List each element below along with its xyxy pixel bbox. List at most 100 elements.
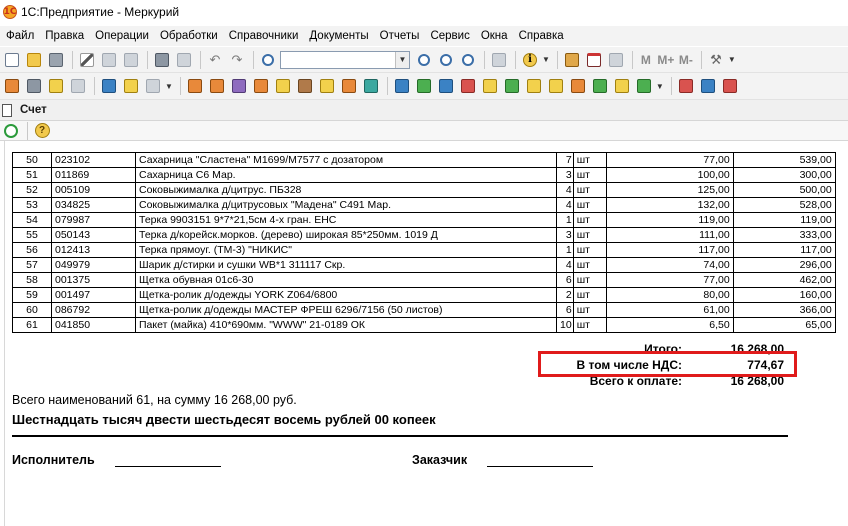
row-quantity: 1 (556, 242, 574, 258)
menu-edit[interactable]: Правка (39, 30, 89, 42)
return-icon (482, 79, 497, 93)
tb2-button-8[interactable] (185, 76, 205, 96)
menu-help[interactable]: Справка (513, 30, 569, 42)
archive-icon (71, 79, 85, 93)
chevron-down-icon[interactable]: ▼ (656, 82, 664, 91)
toolbar-separator (94, 77, 95, 95)
tb2-button-6[interactable] (121, 76, 141, 96)
tb2-button-14[interactable] (317, 76, 337, 96)
tb2-button-12[interactable] (273, 76, 293, 96)
tb2-button-11[interactable] (251, 76, 271, 96)
row-number: 50 (12, 152, 52, 168)
tb2-button-9[interactable] (207, 76, 227, 96)
tb2-button-25[interactable] (568, 76, 588, 96)
menu-processing[interactable]: Обработки (154, 30, 223, 42)
menu-references[interactable]: Справочники (223, 30, 304, 42)
tb2-button-28[interactable] (634, 76, 654, 96)
row-sum: 462,00 (732, 272, 836, 288)
tb2-button-3[interactable] (46, 76, 66, 96)
tb2-button-15[interactable] (339, 76, 359, 96)
tb2-button-19[interactable] (436, 76, 456, 96)
row-unit: шт (572, 272, 607, 288)
settings-button[interactable]: ⚒ (706, 50, 726, 70)
tb2-button-4[interactable] (68, 76, 88, 96)
chevron-down-icon[interactable]: ▼ (165, 82, 173, 91)
find-all-button[interactable] (458, 50, 478, 70)
report-icon (678, 79, 693, 93)
tb2-button-10[interactable] (229, 76, 249, 96)
tb2-button-13[interactable] (295, 76, 315, 96)
row-name: Терка прямоуг. (ТМ-3) "НИКИС" (135, 242, 557, 258)
new-document-button[interactable] (2, 50, 22, 70)
tb2-button-23[interactable] (524, 76, 544, 96)
tb2-button-7[interactable] (143, 76, 163, 96)
users-icon (102, 79, 116, 93)
menu-operations[interactable]: Операции (89, 30, 154, 42)
row-sum: 500,00 (732, 182, 836, 198)
row-code: 034825 (51, 197, 136, 213)
tb2-button-31[interactable] (720, 76, 740, 96)
tb2-button-21[interactable] (480, 76, 500, 96)
menu-service[interactable]: Сервис (424, 30, 474, 42)
preview-button[interactable] (174, 50, 194, 70)
calendar-button[interactable] (584, 50, 604, 70)
chevron-down-icon[interactable]: ▼ (395, 51, 409, 68)
help-button[interactable]: ? (32, 121, 52, 141)
grid-button[interactable] (606, 50, 626, 70)
row-price: 132,00 (605, 197, 734, 213)
tb2-button-20[interactable] (458, 76, 478, 96)
row-price: 111,00 (605, 227, 734, 243)
memory-button[interactable]: M (637, 53, 655, 67)
tb2-button-24[interactable] (546, 76, 566, 96)
tb2-button-18[interactable] (414, 76, 434, 96)
info-button[interactable]: i (520, 50, 540, 70)
tb2-button-22[interactable] (502, 76, 522, 96)
table-icon (608, 52, 623, 67)
table-row: 60 086792 Щетка-ролик д/одежды МАСТЕР ФРЕШ… (12, 302, 836, 318)
menu-documents[interactable]: Документы (303, 30, 373, 42)
open-button[interactable] (24, 50, 44, 70)
menu-reports[interactable]: Отчеты (374, 30, 425, 42)
row-price: 125,00 (605, 182, 734, 198)
row-quantity: 3 (556, 167, 574, 183)
clients-icon (187, 79, 202, 93)
menu-file[interactable]: Файл (0, 30, 39, 42)
memory-plus-button[interactable]: M+ (657, 53, 675, 67)
search-combo[interactable]: ▼ (280, 50, 410, 69)
document-header: Счет (0, 100, 848, 121)
tb2-button-26[interactable] (590, 76, 610, 96)
windows-button[interactable] (489, 50, 509, 70)
executor-label: Исполнитель (12, 453, 95, 467)
refresh-button[interactable] (1, 121, 21, 141)
redo-button[interactable]: ↷ (227, 50, 247, 70)
memory-minus-button[interactable]: M- (677, 53, 695, 67)
row-price: 74,00 (605, 257, 734, 273)
separator-line (12, 435, 788, 437)
calculator-button[interactable] (562, 50, 582, 70)
save-button[interactable] (46, 50, 66, 70)
chevron-down-icon[interactable]: ▼ (728, 55, 736, 64)
find-next-button[interactable] (414, 50, 434, 70)
open-folder-icon (27, 52, 41, 67)
find-button[interactable] (258, 50, 278, 70)
tb2-button-29[interactable] (676, 76, 696, 96)
tb2-button-1[interactable] (2, 76, 22, 96)
chevron-down-icon[interactable]: ▼ (542, 55, 550, 64)
undo-button[interactable]: ↶ (205, 50, 225, 70)
print-preview-icon (177, 52, 191, 67)
copy-button[interactable] (99, 50, 119, 70)
tb2-button-2[interactable] (24, 76, 44, 96)
tb2-button-30[interactable] (698, 76, 718, 96)
new-document-icon (5, 52, 19, 67)
menu-windows[interactable]: Окна (475, 30, 513, 42)
order-icon (526, 79, 541, 93)
paste-button[interactable] (121, 50, 141, 70)
tb2-button-17[interactable] (392, 76, 412, 96)
cut-button[interactable] (77, 50, 97, 70)
find-prev-button[interactable] (436, 50, 456, 70)
tb2-button-27[interactable] (612, 76, 632, 96)
print-button[interactable] (152, 50, 172, 70)
tb2-button-5[interactable] (99, 76, 119, 96)
tb2-button-16[interactable] (361, 76, 381, 96)
info-icon: i (523, 52, 537, 67)
